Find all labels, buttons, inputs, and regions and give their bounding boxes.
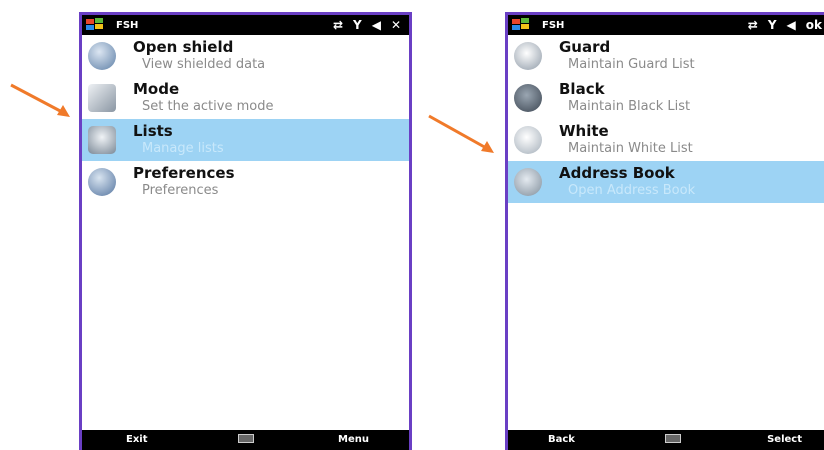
- softkey-bar: Back Select: [508, 430, 824, 450]
- item-title: Guard: [559, 38, 611, 56]
- app-title: FSH: [116, 19, 139, 31]
- menu-item-lists[interactable]: Lists Manage lists: [82, 119, 409, 161]
- keyboard-icon[interactable]: [237, 434, 254, 443]
- menu-item-guard[interactable]: Guard Maintain Guard List: [508, 35, 824, 77]
- item-subtitle: Manage lists: [142, 141, 224, 156]
- item-title: Lists: [133, 122, 173, 140]
- item-subtitle: Maintain Black List: [568, 99, 691, 114]
- menu-item-preferences[interactable]: Preferences Preferences: [82, 161, 409, 203]
- item-subtitle: Maintain Guard List: [568, 57, 695, 72]
- preferences-icon: [88, 168, 116, 196]
- volume-icon: ◀: [371, 18, 381, 32]
- status-bar: FSH ⇄ Y ◀ ok: [508, 15, 824, 35]
- back-softkey[interactable]: Back: [548, 434, 575, 445]
- item-subtitle: Preferences: [142, 183, 219, 198]
- app-title: FSH: [542, 19, 565, 31]
- signal-icon: Y: [353, 18, 362, 32]
- mode-icon: [88, 84, 116, 112]
- arrow-left: [10, 83, 70, 117]
- shield-icon: [88, 42, 116, 70]
- item-subtitle: Set the active mode: [142, 99, 274, 114]
- item-title: White: [559, 122, 609, 140]
- item-subtitle: View shielded data: [142, 57, 266, 72]
- white-list-icon: [514, 126, 542, 154]
- guard-icon: [514, 42, 542, 70]
- menu-item-address-book[interactable]: Address Book Open Address Book: [508, 161, 824, 203]
- volume-icon: ◀: [786, 18, 796, 32]
- address-book-icon: [514, 168, 542, 196]
- item-title: Preferences: [133, 164, 235, 182]
- ok-icon[interactable]: ok: [806, 18, 822, 32]
- item-subtitle: Maintain White List: [568, 141, 693, 156]
- black-list-icon: [514, 84, 542, 112]
- transfer-icon: ⇄: [747, 18, 758, 32]
- menu-item-black[interactable]: Black Maintain Black List: [508, 77, 824, 119]
- right-phone-screen: FSH ⇄ Y ◀ ok Guard Maintain Guard List B…: [505, 12, 824, 450]
- left-phone-screen: FSH ⇄ Y ◀ ✕ Open shield View shielded da…: [79, 12, 412, 450]
- item-title: Mode: [133, 80, 180, 98]
- arrow-right: [428, 114, 494, 153]
- menu-item-open-shield[interactable]: Open shield View shielded data: [82, 35, 409, 77]
- menu-item-mode[interactable]: Mode Set the active mode: [82, 77, 409, 119]
- close-icon[interactable]: ✕: [391, 18, 401, 32]
- menu-softkey[interactable]: Menu: [338, 434, 369, 445]
- status-bar: FSH ⇄ Y ◀ ✕: [82, 15, 409, 35]
- select-softkey[interactable]: Select: [767, 434, 802, 445]
- lists-icon: [88, 126, 116, 154]
- item-title: Black: [559, 80, 605, 98]
- signal-icon: Y: [767, 18, 777, 32]
- windows-start-icon[interactable]: [512, 18, 534, 32]
- menu-item-white[interactable]: White Maintain White List: [508, 119, 824, 161]
- transfer-icon: ⇄: [332, 18, 343, 32]
- item-title: Open shield: [133, 38, 234, 56]
- item-title: Address Book: [559, 164, 675, 182]
- keyboard-icon[interactable]: [665, 434, 681, 443]
- item-subtitle: Open Address Book: [568, 183, 696, 198]
- windows-start-icon[interactable]: [86, 18, 108, 32]
- exit-softkey[interactable]: Exit: [126, 434, 148, 445]
- softkey-bar: Exit Menu: [82, 430, 409, 450]
